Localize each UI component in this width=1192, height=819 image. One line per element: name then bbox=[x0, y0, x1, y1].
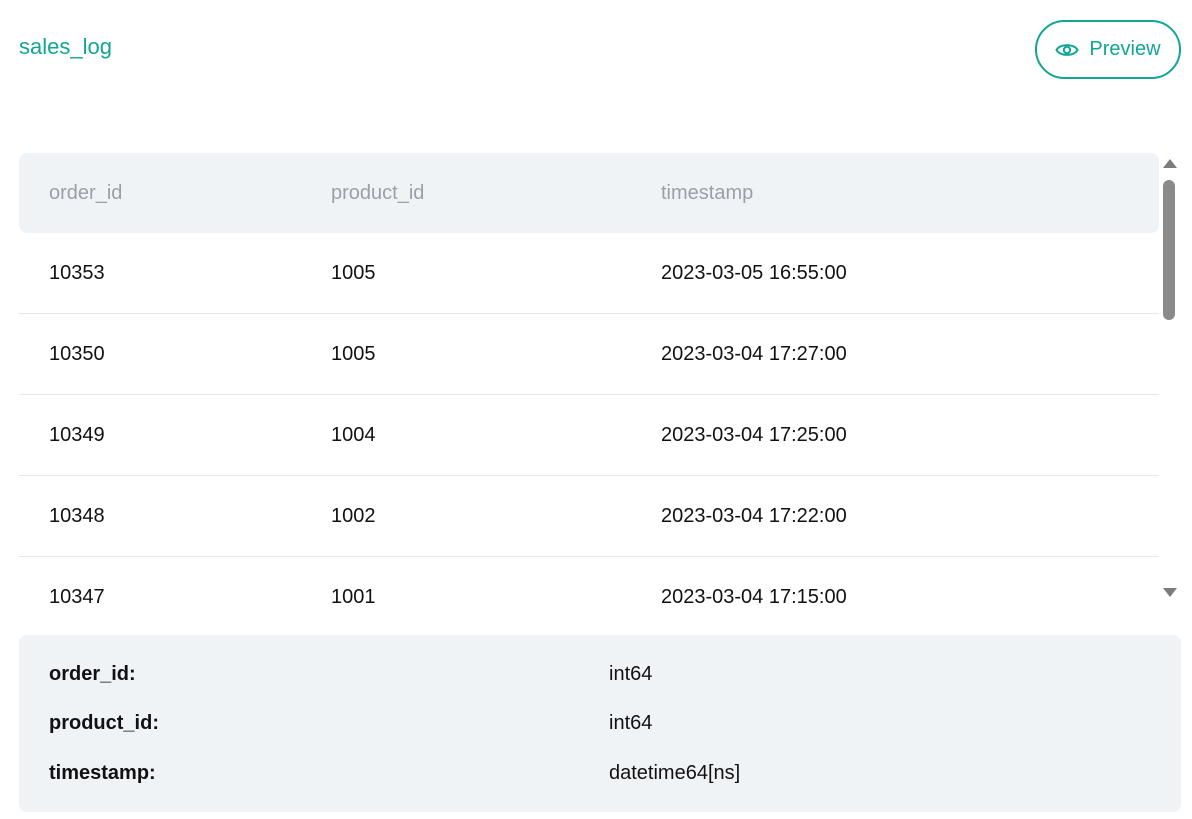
table-header: order_id product_id timestamp bbox=[19, 153, 1159, 233]
scrollbar-thumb[interactable] bbox=[1163, 180, 1175, 320]
cell-order-id: 10349 bbox=[49, 423, 105, 446]
schema-field-name: order_id: bbox=[49, 663, 136, 685]
preview-button-label: Preview bbox=[1089, 38, 1161, 60]
cell-timestamp: 2023-03-05 16:55:00 bbox=[661, 261, 847, 284]
column-header-order-id[interactable]: order_id bbox=[49, 182, 122, 205]
table-row: 10347 1001 2023-03-04 17:15:00 bbox=[19, 557, 1159, 626]
preview-button[interactable]: Preview bbox=[1035, 20, 1181, 79]
table-scrollbar[interactable] bbox=[1160, 153, 1178, 603]
cell-product-id: 1004 bbox=[331, 423, 376, 446]
table-row: 10349 1004 2023-03-04 17:25:00 bbox=[19, 395, 1159, 476]
table-row: 10348 1002 2023-03-04 17:22:00 bbox=[19, 476, 1159, 557]
cell-order-id: 10350 bbox=[49, 342, 105, 365]
cell-timestamp: 2023-03-04 17:25:00 bbox=[661, 423, 847, 446]
cell-timestamp: 2023-03-04 17:15:00 bbox=[661, 585, 847, 608]
cell-timestamp: 2023-03-04 17:22:00 bbox=[661, 504, 847, 527]
scroll-down-arrow-icon[interactable] bbox=[1163, 588, 1177, 597]
cell-product-id: 1005 bbox=[331, 261, 376, 284]
cell-order-id: 10348 bbox=[49, 504, 105, 527]
schema-field-name: timestamp: bbox=[49, 762, 156, 784]
data-table: order_id product_id timestamp 10353 1005… bbox=[19, 153, 1159, 626]
schema-row: product_id: int64 bbox=[19, 712, 1181, 742]
schema-field-dtype: datetime64[ns] bbox=[609, 762, 741, 784]
cell-order-id: 10347 bbox=[49, 585, 105, 608]
schema-row: order_id: int64 bbox=[19, 663, 1181, 693]
schema-field-dtype: int64 bbox=[609, 712, 653, 734]
table-row: 10350 1005 2023-03-04 17:27:00 bbox=[19, 314, 1159, 395]
cell-timestamp: 2023-03-04 17:27:00 bbox=[661, 342, 847, 365]
schema-row: timestamp: datetime64[ns] bbox=[19, 762, 1181, 792]
scroll-up-arrow-icon[interactable] bbox=[1163, 159, 1177, 168]
schema-field-name: product_id: bbox=[49, 712, 159, 734]
cell-product-id: 1002 bbox=[331, 504, 376, 527]
cell-order-id: 10353 bbox=[49, 261, 105, 284]
cell-product-id: 1001 bbox=[331, 585, 376, 608]
dataset-title: sales_log bbox=[19, 34, 112, 59]
eye-icon bbox=[1055, 41, 1080, 59]
cell-product-id: 1005 bbox=[331, 342, 376, 365]
column-header-product-id[interactable]: product_id bbox=[331, 182, 424, 205]
schema-panel: order_id: int64 product_id: int64 timest… bbox=[19, 635, 1181, 812]
table-row: 10353 1005 2023-03-05 16:55:00 bbox=[19, 233, 1159, 314]
schema-field-dtype: int64 bbox=[609, 663, 653, 685]
column-header-timestamp[interactable]: timestamp bbox=[661, 182, 753, 205]
